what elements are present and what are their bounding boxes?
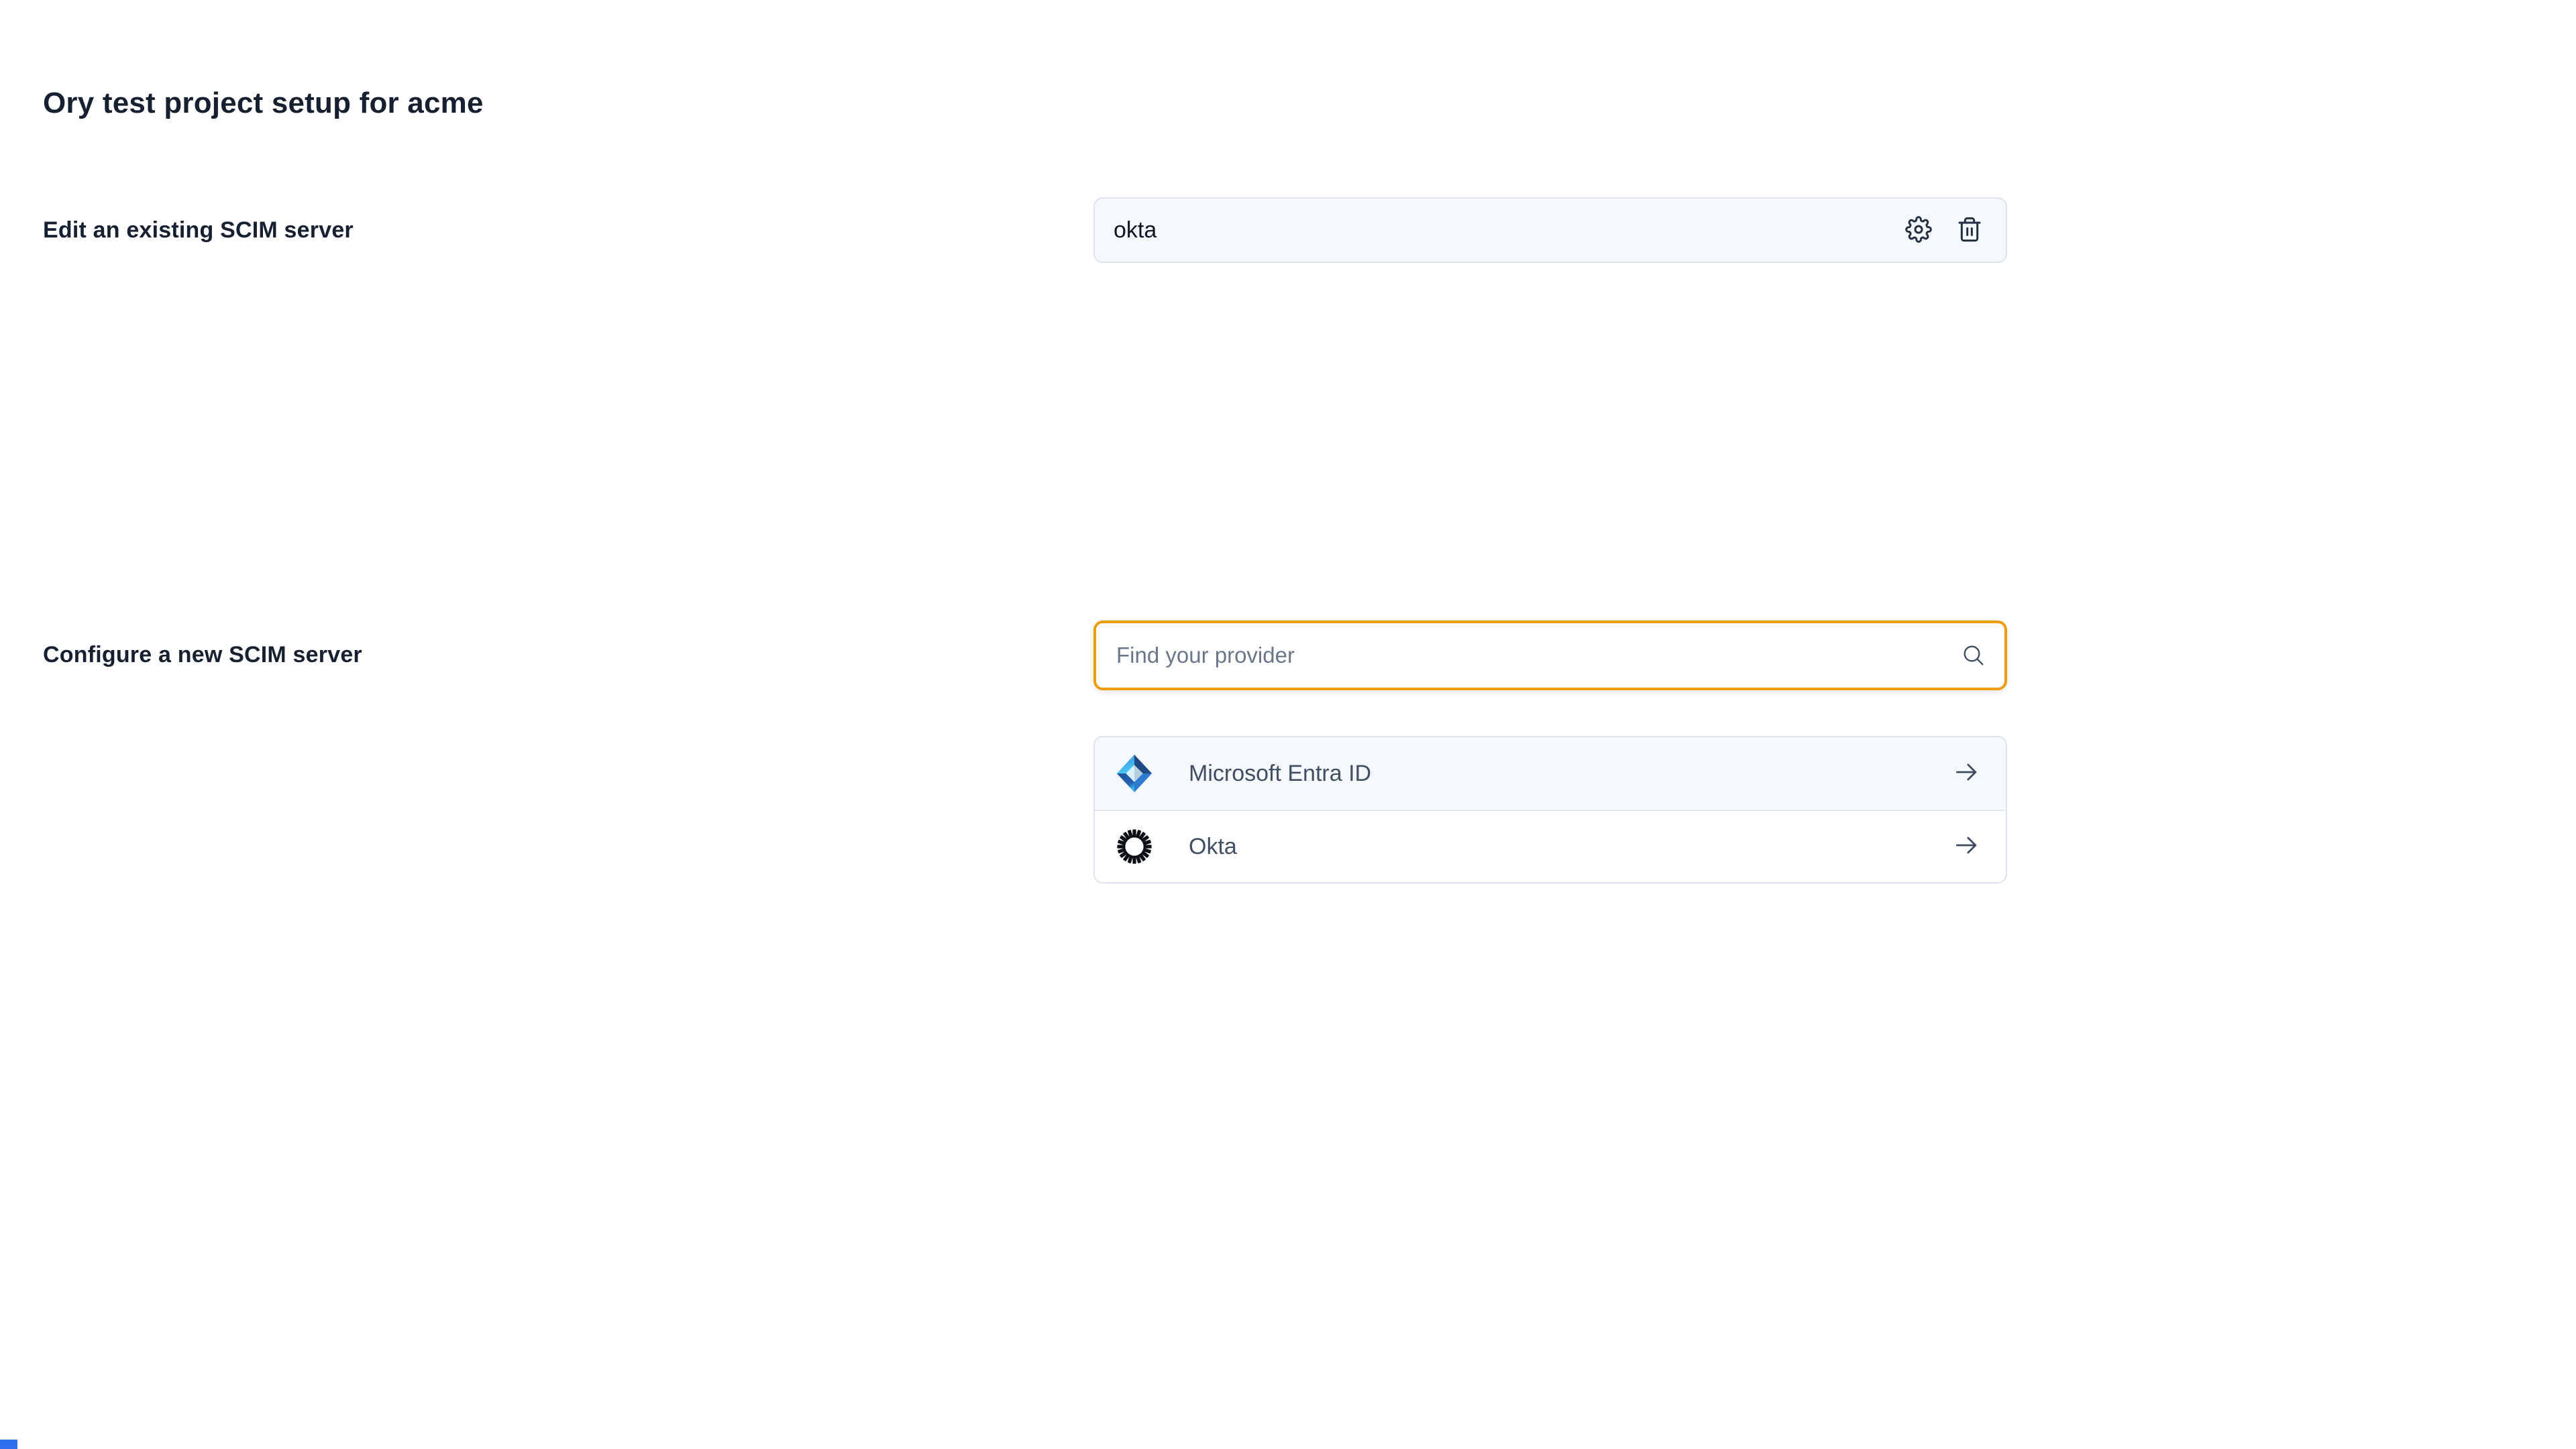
provider-row-okta[interactable]: Okta — [1095, 810, 2006, 882]
arrow-right-icon — [1952, 830, 1982, 863]
scim-server-name: okta — [1114, 217, 1901, 244]
heading-configure-new-scim-server: Configure a new SCIM server — [43, 642, 362, 668]
heading-edit-existing-scim-server: Edit an existing SCIM server — [43, 217, 354, 244]
okta-logo — [1114, 824, 1155, 869]
provider-label: Microsoft Entra ID — [1189, 761, 1952, 787]
existing-scim-server-card: okta — [1093, 197, 2007, 263]
arrow-right-icon — [1952, 757, 1982, 790]
microsoft-entra-id-logo — [1114, 751, 1155, 796]
configure-server-button[interactable] — [1901, 213, 1936, 248]
provider-label: Okta — [1189, 834, 1952, 860]
delete-server-button[interactable] — [1952, 213, 1987, 248]
provider-search-input[interactable] — [1093, 621, 2007, 690]
provider-list: Microsoft Entra ID — [1093, 736, 2007, 883]
provider-row-microsoft-entra-id[interactable]: Microsoft Entra ID — [1095, 737, 2006, 810]
trash-icon — [1956, 216, 1983, 245]
provider-search — [1093, 621, 2007, 690]
page-title: Ory test project setup for acme — [43, 87, 484, 120]
gear-icon — [1905, 216, 1932, 245]
bottom-left-blue-marker — [0, 1440, 17, 1449]
